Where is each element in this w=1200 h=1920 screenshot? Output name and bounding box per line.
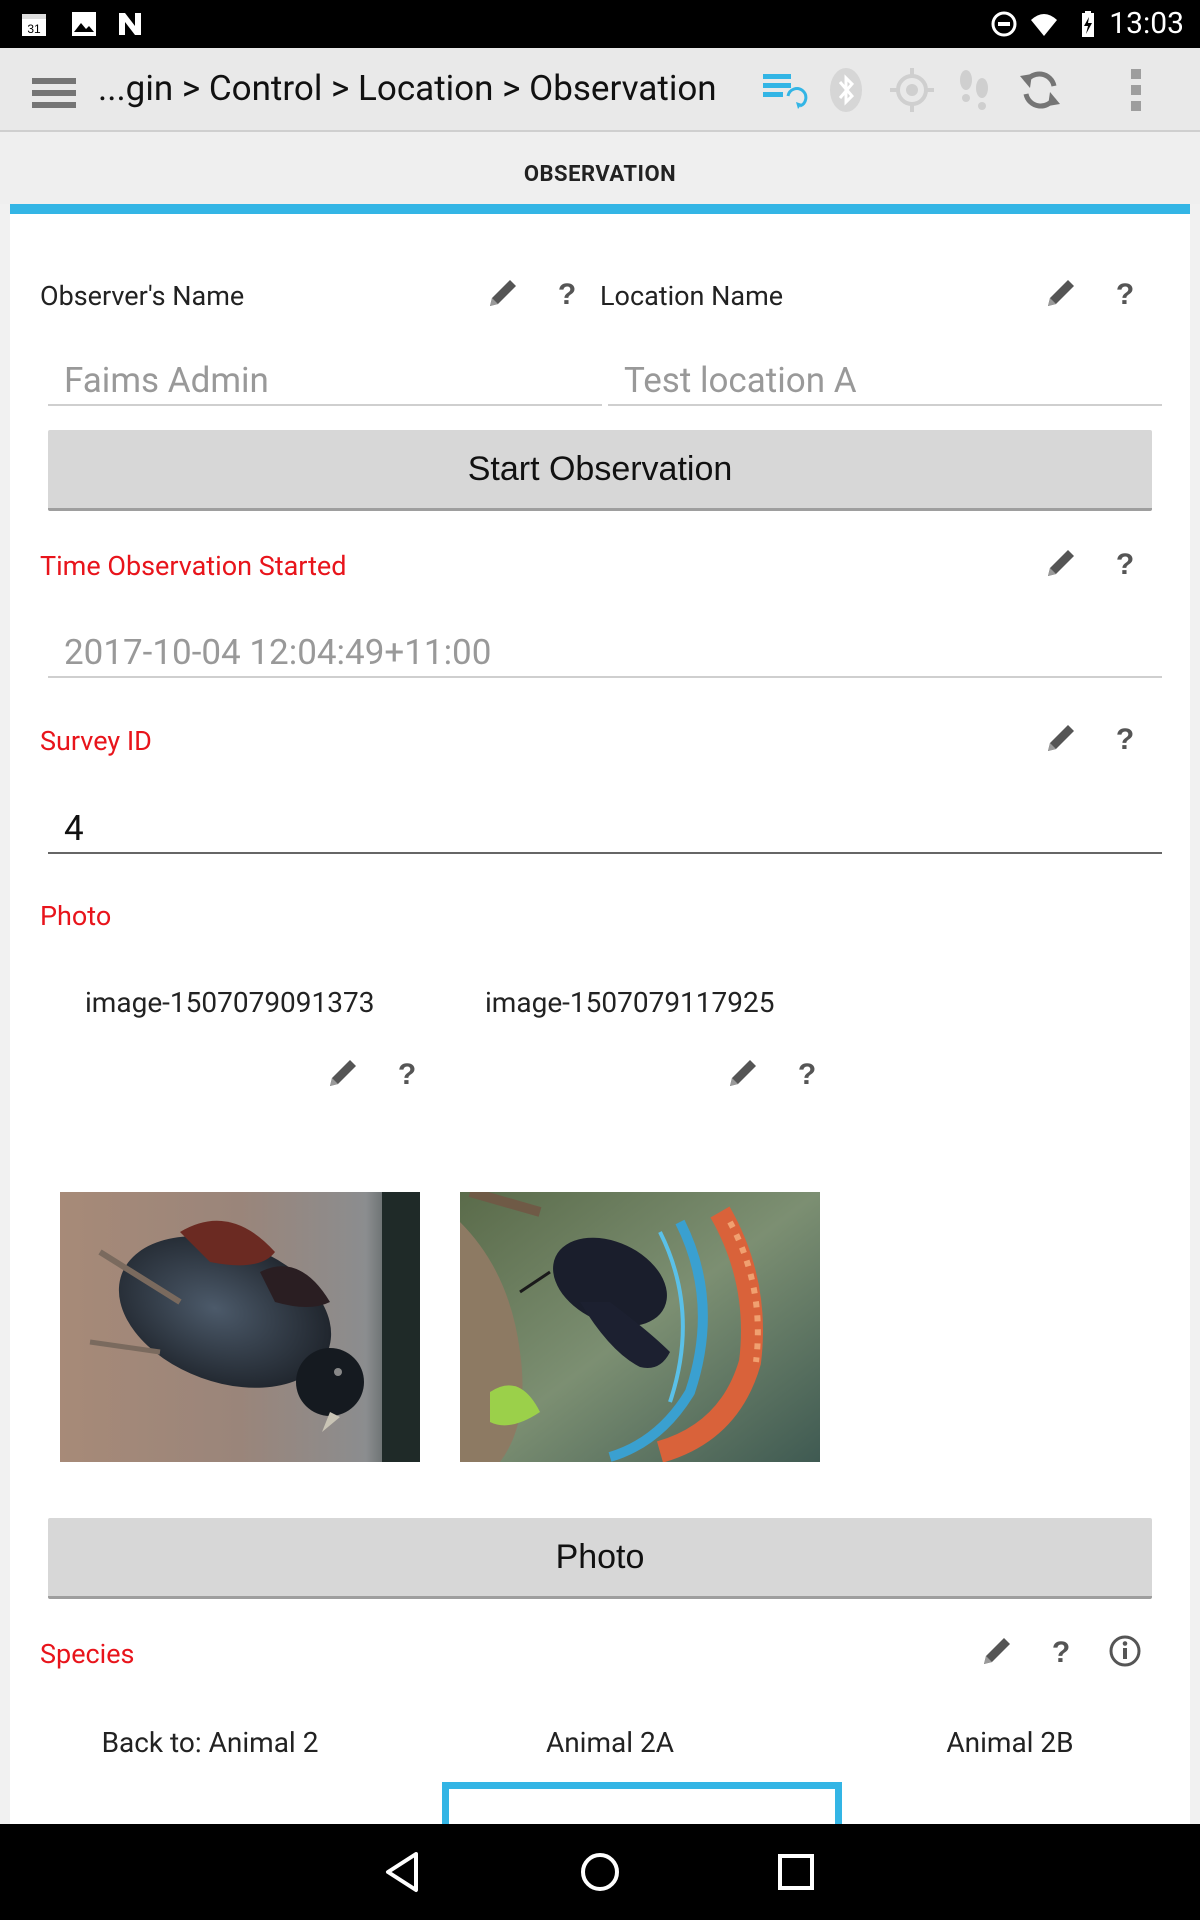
- selected-tab-indicator: [442, 1782, 842, 1824]
- info-icon[interactable]: [1108, 1634, 1142, 1668]
- observer-name-field[interactable]: Faims Admin: [48, 356, 602, 406]
- svg-text:?: ?: [798, 1058, 816, 1090]
- calendar-icon: 31: [22, 14, 46, 36]
- tab-animal-2a[interactable]: Animal 2A: [450, 1726, 770, 1759]
- help-icon[interactable]: ?: [390, 1056, 424, 1090]
- survey-id-label: Survey ID: [40, 725, 152, 757]
- navigation-bar: [0, 1824, 1200, 1920]
- start-observation-button[interactable]: Start Observation: [48, 430, 1152, 511]
- pencil-icon[interactable]: [1044, 721, 1078, 755]
- pencil-icon[interactable]: [326, 1056, 360, 1090]
- pencil-icon[interactable]: [1044, 276, 1078, 310]
- image-icon: [72, 12, 96, 36]
- refresh-icon[interactable]: [1016, 66, 1064, 114]
- pencil-icon[interactable]: [726, 1056, 760, 1090]
- help-icon[interactable]: ?: [550, 276, 584, 310]
- tab-indicator: [10, 204, 1190, 214]
- action-bar: ...gin > Control > Location > Observatio…: [0, 48, 1200, 132]
- survey-id-field[interactable]: 4: [48, 804, 1162, 854]
- photo-button[interactable]: Photo: [48, 1518, 1152, 1599]
- pencil-icon[interactable]: [980, 1634, 1014, 1668]
- svg-text:?: ?: [1116, 278, 1134, 310]
- pencil-icon[interactable]: [1044, 546, 1078, 580]
- location-name-label: Location Name: [600, 280, 784, 312]
- photo-2-thumbnail[interactable]: [460, 1192, 820, 1462]
- location-name-field[interactable]: Test location A: [608, 356, 1162, 406]
- battery-icon: [1082, 11, 1094, 37]
- recents-icon[interactable]: [770, 1846, 822, 1898]
- photo-2-name: image-1507079117925: [485, 986, 775, 1019]
- help-icon[interactable]: ?: [790, 1056, 824, 1090]
- help-icon[interactable]: ?: [1108, 546, 1142, 580]
- tab-animal-2b[interactable]: Animal 2B: [850, 1726, 1170, 1759]
- time-started-label: Time Observation Started: [40, 550, 347, 582]
- tab-observation[interactable]: OBSERVATION: [0, 162, 1200, 187]
- home-icon[interactable]: [574, 1846, 626, 1898]
- do-not-disturb-icon: [991, 11, 1017, 37]
- svg-text:?: ?: [1052, 1636, 1070, 1668]
- tracking-icon[interactable]: [950, 66, 998, 114]
- tab-bar: OBSERVATION: [0, 132, 1200, 204]
- back-icon[interactable]: [378, 1846, 430, 1898]
- svg-text:?: ?: [1116, 723, 1134, 755]
- photo-1-name: image-1507079091373: [85, 986, 375, 1019]
- status-bar: 31 13:03: [0, 0, 1200, 48]
- time-started-field[interactable]: 2017-10-04 12:04:49+11:00: [48, 628, 1162, 678]
- observation-form: Observer's Name ? Location Name ? Faims …: [10, 214, 1190, 1824]
- svg-text:?: ?: [1116, 548, 1134, 580]
- svg-text:?: ?: [558, 278, 576, 310]
- help-icon[interactable]: ?: [1044, 1634, 1078, 1668]
- tab-back-to-animal-2[interactable]: Back to: Animal 2: [50, 1726, 370, 1759]
- overflow-menu-icon[interactable]: [1112, 66, 1160, 114]
- photo-1-thumbnail[interactable]: [60, 1192, 420, 1462]
- n-icon: [119, 13, 141, 35]
- wifi-icon: [1031, 14, 1057, 36]
- svg-text:31: 31: [27, 22, 41, 36]
- gps-icon[interactable]: [888, 66, 936, 114]
- observer-name-label: Observer's Name: [40, 280, 245, 312]
- pencil-icon[interactable]: [486, 276, 520, 310]
- menu-icon[interactable]: [30, 66, 78, 114]
- help-icon[interactable]: ?: [1108, 721, 1142, 755]
- svg-text:?: ?: [398, 1058, 416, 1090]
- sync-status-icon[interactable]: [760, 66, 808, 114]
- help-icon[interactable]: ?: [1108, 276, 1142, 310]
- status-time: 13:03: [1109, 6, 1184, 41]
- species-label: Species: [40, 1638, 135, 1670]
- bluetooth-icon[interactable]: [822, 66, 870, 114]
- photo-label: Photo: [40, 900, 112, 932]
- breadcrumb[interactable]: ...gin > Control > Location > Observatio…: [98, 68, 717, 109]
